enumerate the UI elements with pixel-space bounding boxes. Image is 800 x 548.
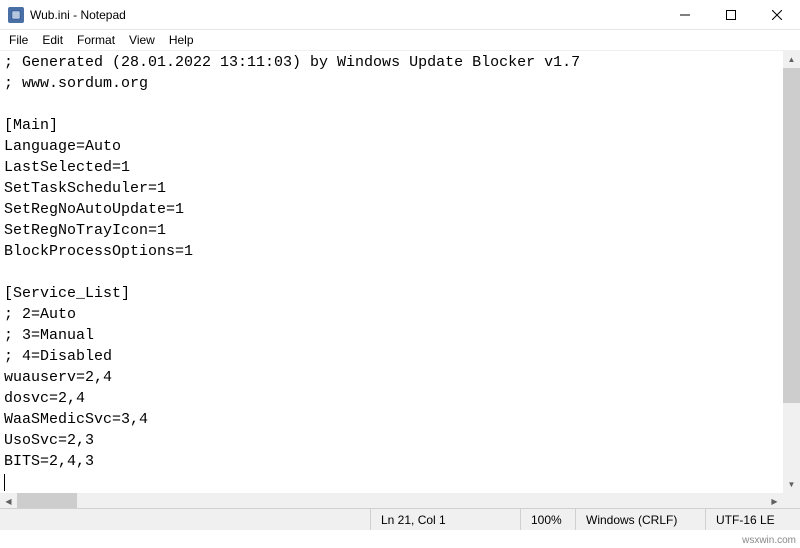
scroll-down-button[interactable]: ▼ [783, 476, 800, 493]
editor-line [4, 472, 796, 493]
status-spacer [0, 509, 370, 530]
menu-format[interactable]: Format [70, 31, 122, 49]
editor-line: BlockProcessOptions=1 [4, 241, 796, 262]
editor-line: SetTaskScheduler=1 [4, 178, 796, 199]
menu-edit[interactable]: Edit [35, 31, 70, 49]
titlebar[interactable]: Wub.ini - Notepad [0, 0, 800, 30]
editor-line: ; 4=Disabled [4, 346, 796, 367]
editor-line: wuauserv=2,4 [4, 367, 796, 388]
editor-line: ; Generated (28.01.2022 13:11:03) by Win… [4, 52, 796, 73]
editor-line: SetRegNoTrayIcon=1 [4, 220, 796, 241]
text-editor[interactable]: ; Generated (28.01.2022 13:11:03) by Win… [0, 51, 800, 510]
editor-line: [Main] [4, 115, 796, 136]
status-position: Ln 21, Col 1 [370, 509, 520, 530]
watermark: wsxwin.com [742, 535, 796, 546]
maximize-button[interactable] [708, 0, 754, 30]
editor-line: [Service_List] [4, 283, 796, 304]
menu-help[interactable]: Help [162, 31, 201, 49]
window-title: Wub.ini - Notepad [30, 8, 662, 22]
bottom-strip [0, 530, 800, 548]
window-controls [662, 0, 800, 29]
statusbar: Ln 21, Col 1 100% Windows (CRLF) UTF-16 … [0, 508, 800, 530]
editor-area: ; Generated (28.01.2022 13:11:03) by Win… [0, 50, 800, 510]
menu-file[interactable]: File [2, 31, 35, 49]
vertical-scroll-thumb[interactable] [783, 68, 800, 403]
menubar: File Edit Format View Help [0, 30, 800, 50]
status-encoding: UTF-16 LE [705, 509, 800, 530]
editor-line: LastSelected=1 [4, 157, 796, 178]
editor-line [4, 262, 796, 283]
minimize-button[interactable] [662, 0, 708, 30]
editor-line: BITS=2,4,3 [4, 451, 796, 472]
notepad-icon [8, 7, 24, 23]
scroll-up-button[interactable]: ▲ [783, 51, 800, 68]
vertical-scroll-track[interactable] [783, 68, 800, 476]
editor-line: ; 2=Auto [4, 304, 796, 325]
editor-line [4, 94, 796, 115]
status-zoom: 100% [520, 509, 575, 530]
status-line-ending: Windows (CRLF) [575, 509, 705, 530]
close-button[interactable] [754, 0, 800, 30]
editor-line: WaaSMedicSvc=3,4 [4, 409, 796, 430]
editor-line: SetRegNoAutoUpdate=1 [4, 199, 796, 220]
vertical-scrollbar[interactable]: ▲ ▼ [783, 51, 800, 493]
editor-line: UsoSvc=2,3 [4, 430, 796, 451]
editor-line: ; 3=Manual [4, 325, 796, 346]
editor-line: ; www.sordum.org [4, 73, 796, 94]
menu-view[interactable]: View [122, 31, 162, 49]
editor-line: dosvc=2,4 [4, 388, 796, 409]
editor-line: Language=Auto [4, 136, 796, 157]
